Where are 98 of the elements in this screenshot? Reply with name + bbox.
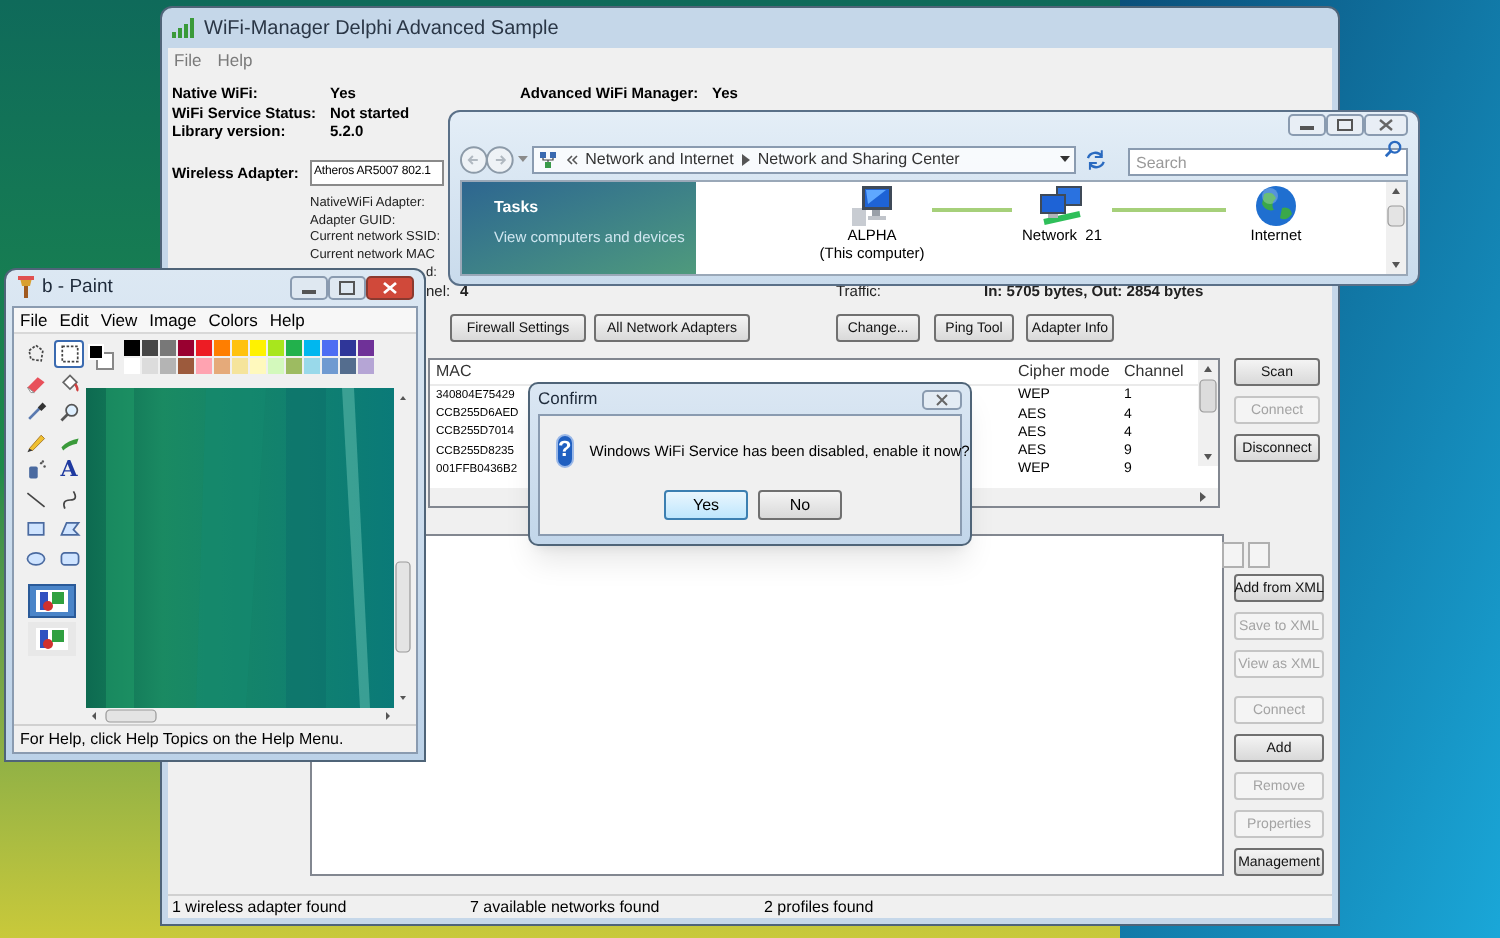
computer-icon[interactable]	[848, 184, 896, 228]
status-text: 7 available networks found	[468, 895, 662, 919]
color-swatch[interactable]	[124, 340, 140, 356]
paint-bucket-icon	[57, 371, 81, 395]
color-swatch[interactable]	[304, 358, 320, 374]
connection-line	[1112, 208, 1226, 212]
line-icon	[23, 487, 47, 511]
color-swatch[interactable]	[232, 340, 248, 356]
refresh-icon[interactable]	[1084, 147, 1109, 171]
menu-item[interactable]: File	[174, 48, 202, 74]
menu-item[interactable]: Help	[217, 48, 253, 74]
window-controls[interactable]	[1288, 114, 1408, 136]
network-icon	[537, 149, 558, 169]
menu-item[interactable]: Edit	[59, 307, 89, 333]
small-button[interactable]	[1222, 542, 1244, 569]
menu-item[interactable]: Image	[149, 307, 197, 333]
column-header[interactable]: Channel	[1124, 360, 1196, 385]
color-swatch[interactable]	[142, 340, 158, 356]
color-swatch[interactable]	[142, 358, 158, 374]
globe-icon[interactable]	[1254, 184, 1298, 228]
back-button[interactable]	[460, 145, 488, 173]
computers-icon[interactable]	[1036, 184, 1088, 228]
window-controls[interactable]	[290, 276, 414, 300]
forward-button[interactable]	[485, 145, 514, 173]
color-swatch[interactable]	[214, 358, 230, 374]
color-swatch[interactable]	[304, 340, 320, 356]
menu-item[interactable]: Colors	[208, 307, 258, 333]
caret-icon	[1060, 155, 1071, 163]
window-title: WiFi-Manager Delphi Advanced Sample	[204, 15, 559, 43]
dialog-button[interactable]: No	[758, 490, 842, 520]
small-button[interactable]	[1248, 542, 1270, 569]
dashed-outline-icon	[23, 342, 47, 366]
option-button[interactable]	[28, 583, 76, 617]
color-swatch[interactable]	[250, 340, 266, 356]
dialog-title: Confirm	[538, 386, 598, 412]
color-swatch[interactable]	[322, 358, 338, 374]
color-swatch[interactable]	[196, 340, 212, 356]
menu-item[interactable]: Help	[269, 307, 305, 333]
color-swatch[interactable]	[250, 358, 266, 374]
foreground-color-swatch[interactable]	[88, 344, 104, 360]
color-swatch[interactable]	[268, 358, 284, 374]
tool-button[interactable]	[54, 340, 84, 368]
address-bar[interactable]: Network and Internet Network and Sharing Center	[531, 145, 1077, 173]
color-swatch[interactable]	[340, 358, 356, 374]
eyedropper-icon	[23, 400, 47, 424]
status-text: For Help, click Help Topics on the Help Menu.	[20, 727, 344, 751]
spray-can-icon	[23, 458, 47, 482]
pane-title: Tasks	[494, 196, 541, 220]
color-swatch[interactable]	[322, 340, 338, 356]
color-swatch[interactable]	[286, 358, 302, 374]
column-header[interactable]: MAC	[430, 360, 1018, 385]
color-swatch[interactable]	[160, 358, 176, 374]
dialog-button[interactable]: Yes	[664, 490, 748, 520]
menu-item[interactable]: View	[100, 307, 138, 333]
question-icon: ?	[556, 434, 574, 468]
color-swatch[interactable]	[232, 358, 248, 374]
breadcrumb-item[interactable]: Network and Sharing Center	[757, 147, 960, 171]
search-icon[interactable]	[1384, 140, 1403, 158]
arrow-icon	[741, 153, 750, 165]
chevron-icon	[565, 153, 578, 165]
close-button[interactable]	[922, 389, 962, 409]
color-swatch[interactable]	[340, 340, 356, 356]
connection-line	[932, 208, 1012, 212]
color-swatch[interactable]	[196, 358, 212, 374]
breadcrumb-item[interactable]: Network and Internet	[585, 147, 734, 171]
magnifier-icon	[57, 400, 81, 424]
color-swatch[interactable]	[358, 340, 374, 356]
brush-icon	[16, 276, 36, 300]
option-button[interactable]	[28, 621, 76, 655]
curve-icon	[57, 487, 81, 511]
shapes-icon	[34, 625, 70, 651]
tool-button[interactable]: A	[54, 456, 84, 484]
caret-icon[interactable]	[517, 155, 528, 163]
window-title: b - Paint	[42, 273, 113, 302]
search-field[interactable]: Search	[1128, 148, 1409, 176]
color-swatch[interactable]	[358, 358, 374, 374]
color-swatch[interactable]	[214, 340, 230, 356]
status-text: 2 profiles found	[762, 895, 876, 919]
scrollbar[interactable]	[1198, 360, 1218, 467]
rectangle-icon	[23, 516, 47, 540]
signal-icon	[172, 18, 196, 38]
status-text: 1 wireless adapter found	[170, 895, 349, 919]
color-swatch[interactable]	[160, 340, 176, 356]
menu-item[interactable]: File	[20, 307, 48, 333]
color-swatch[interactable]	[124, 358, 140, 374]
polygon-icon	[57, 516, 81, 540]
color-swatch[interactable]	[286, 340, 302, 356]
color-swatch[interactable]	[268, 340, 284, 356]
dashed-rectangle-icon	[57, 342, 81, 366]
current-colors[interactable]	[86, 340, 116, 374]
eraser-icon	[23, 371, 47, 395]
scrollbar[interactable]	[86, 708, 412, 724]
pencil-icon	[23, 429, 47, 453]
color-swatch[interactable]	[178, 358, 194, 374]
shapes-icon	[34, 587, 70, 613]
scrollbar[interactable]	[1386, 182, 1406, 274]
column-header[interactable]: Cipher mode	[1018, 360, 1124, 385]
color-swatch[interactable]	[178, 340, 194, 356]
